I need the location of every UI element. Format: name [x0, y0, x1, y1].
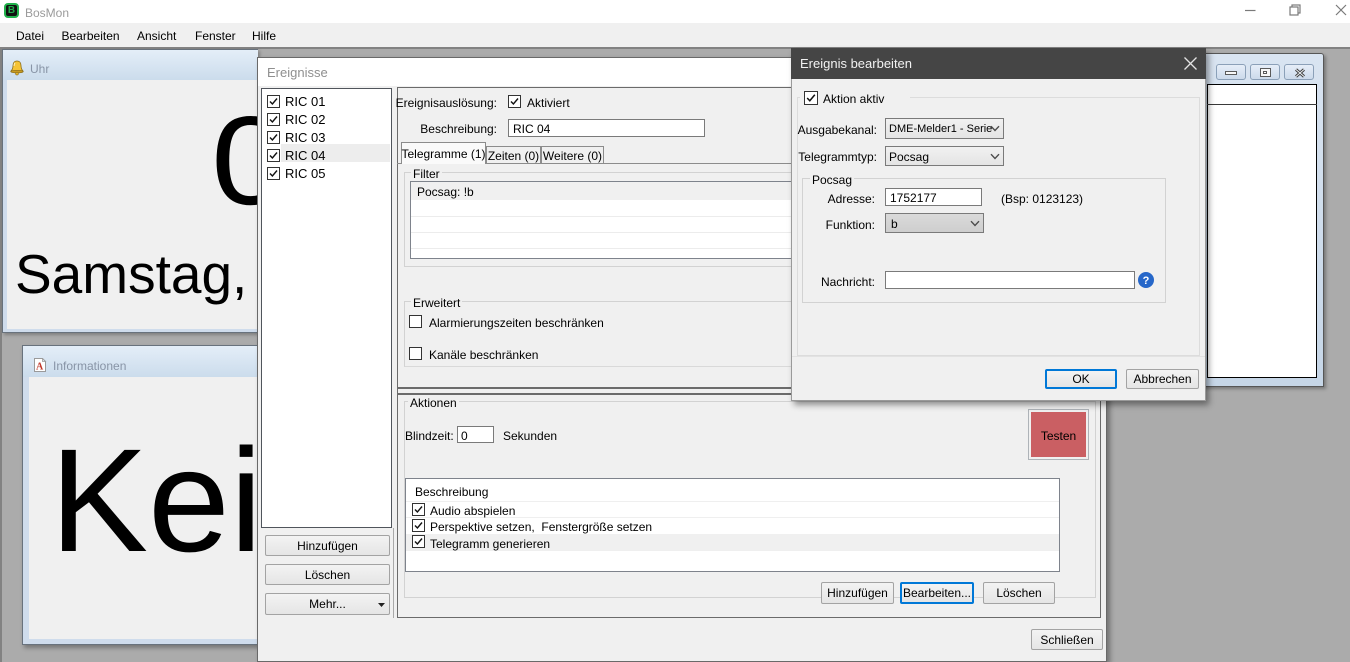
- svg-text:A: A: [36, 361, 44, 372]
